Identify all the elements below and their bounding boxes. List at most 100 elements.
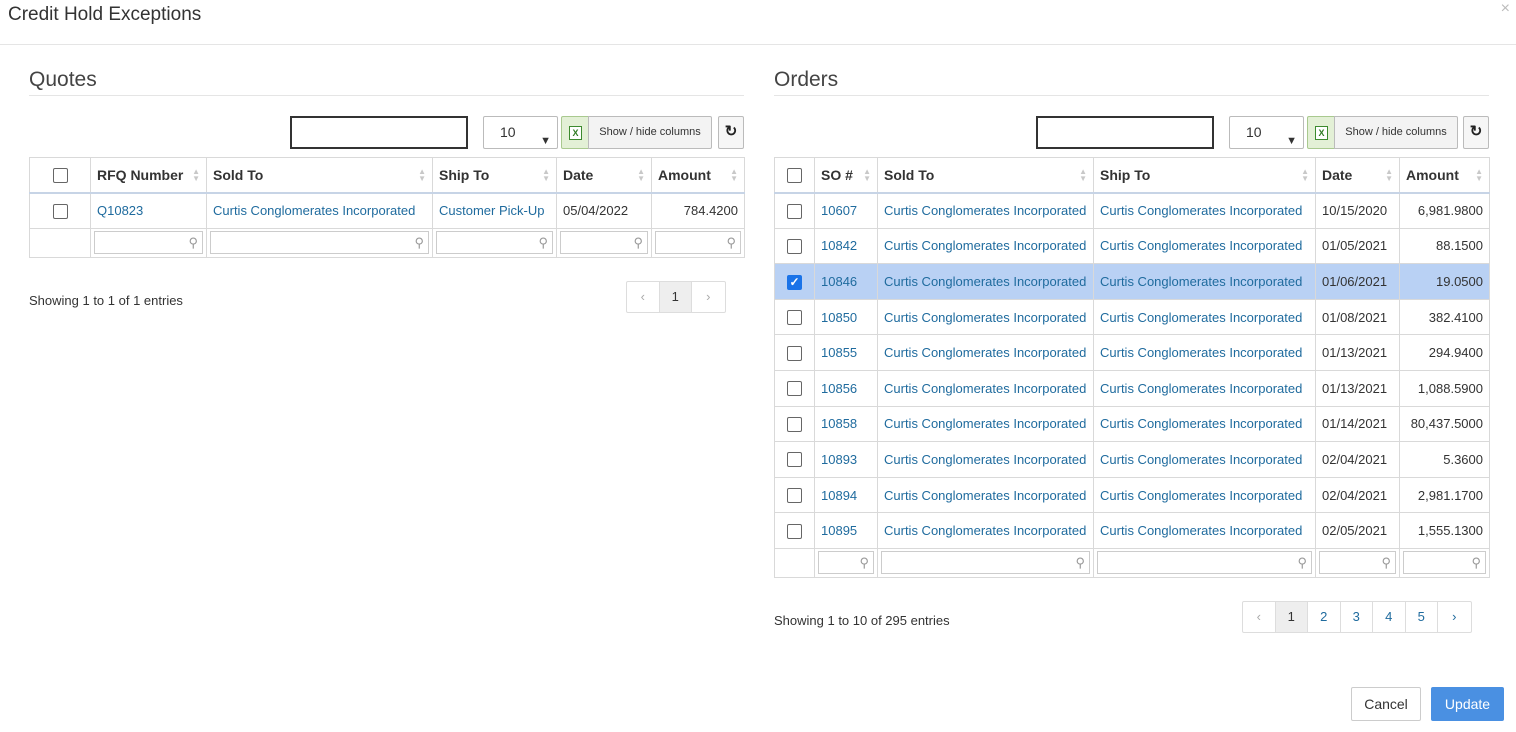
row-checkbox[interactable]	[29, 192, 91, 229]
row-ship-to-link[interactable]: Curtis Conglomerates Incorporated	[1093, 476, 1316, 514]
pagination-page-1[interactable]: 1	[659, 282, 692, 312]
close-icon[interactable]: ×	[1501, 0, 1510, 18]
table-row[interactable]: 10894 Curtis Conglomerates Incorporated Cu…	[774, 476, 1490, 514]
orders-search-input[interactable]	[1036, 116, 1214, 149]
pagination-page-5[interactable]: 5	[1406, 602, 1438, 632]
column-header-sold-to[interactable]: Sold To ▲ ▼	[206, 157, 433, 194]
row-sold-to-link[interactable]: Curtis Conglomerates Incorporated	[877, 227, 1094, 265]
row-ship-to-link[interactable]: Curtis Conglomerates Incorporated	[1093, 512, 1316, 549]
orders-refresh-icon[interactable]: ↻	[1463, 116, 1489, 149]
pagination-page-2[interactable]: 2	[1308, 602, 1341, 632]
column-header-date[interactable]: Date ▲ ▼	[1315, 157, 1400, 194]
row-ship-to-link[interactable]: Curtis Conglomerates Incorporated	[1093, 441, 1316, 478]
table-row[interactable]: ✓ 10846 Curtis Conglomerates Incorporated C…	[774, 263, 1490, 300]
row-sold-to-link[interactable]: Curtis Conglomerates Incorporated	[877, 405, 1094, 443]
row-checkbox[interactable]	[774, 334, 815, 371]
column-filter-input[interactable]: ⚲	[1319, 551, 1396, 575]
table-row[interactable]: 10895 Curtis Conglomerates Incorporated Cu…	[774, 512, 1490, 549]
table-row[interactable]: 10856 Curtis Conglomerates Incorporated Cu…	[774, 369, 1490, 407]
row-id-link[interactable]: 10856	[814, 369, 878, 407]
column-header-so-number[interactable]: SO # ▲ ▼	[814, 157, 878, 194]
row-sold-to-link[interactable]: Curtis Conglomerates Incorporated	[877, 298, 1094, 336]
pagination-next-button[interactable]: ›	[1438, 602, 1471, 632]
column-filter-input[interactable]: ⚲	[881, 551, 1090, 575]
row-id-link[interactable]: 10855	[814, 334, 878, 371]
pagination-page-1[interactable]: 1	[1275, 602, 1308, 632]
row-id-link[interactable]: Q10823	[90, 192, 207, 229]
column-header-rfq-number[interactable]: RFQ Number ▲ ▼	[90, 157, 207, 194]
row-checkbox[interactable]	[774, 227, 815, 265]
row-ship-to-link[interactable]: Curtis Conglomerates Incorporated	[1093, 298, 1316, 336]
row-ship-to-link[interactable]: Customer Pick-Up	[432, 192, 557, 229]
row-checkbox[interactable]	[774, 512, 815, 549]
row-ship-to-link[interactable]: Curtis Conglomerates Incorporated	[1093, 405, 1316, 443]
pagination-next-button[interactable]: ›	[692, 282, 725, 312]
quotes-excel-export-button[interactable]: X	[561, 116, 589, 149]
column-filter-input[interactable]: ⚲	[436, 231, 553, 255]
orders-page-length-select[interactable]: 10 ▼	[1229, 116, 1304, 149]
column-header-date[interactable]: Date ▲ ▼	[556, 157, 652, 194]
row-id-link[interactable]: 10607	[814, 192, 878, 229]
row-checkbox[interactable]	[774, 405, 815, 443]
row-ship-to-link[interactable]: Curtis Conglomerates Incorporated	[1093, 369, 1316, 407]
column-filter-input[interactable]: ⚲	[1403, 551, 1486, 575]
row-checkbox[interactable]	[774, 441, 815, 478]
quotes-page-length-select[interactable]: 10 ▼	[483, 116, 558, 149]
cancel-button[interactable]: Cancel	[1351, 687, 1421, 721]
update-button[interactable]: Update	[1431, 687, 1504, 721]
row-ship-to-link[interactable]: Curtis Conglomerates Incorporated	[1093, 263, 1316, 300]
row-checkbox[interactable]	[774, 476, 815, 514]
column-filter-input[interactable]: ⚲	[210, 231, 429, 255]
column-filter-input[interactable]: ⚲	[560, 231, 648, 255]
column-filter-input[interactable]: ⚲	[818, 551, 874, 575]
column-filter-input[interactable]: ⚲	[94, 231, 203, 255]
column-header-amount[interactable]: Amount ▲ ▼	[1399, 157, 1490, 194]
row-ship-to-link[interactable]: Curtis Conglomerates Incorporated	[1093, 334, 1316, 371]
table-row[interactable]: 10855 Curtis Conglomerates Incorporated Cu…	[774, 334, 1490, 371]
orders-select-all-checkbox[interactable]	[774, 157, 815, 194]
column-header-amount[interactable]: Amount ▲ ▼	[651, 157, 745, 194]
row-id-link[interactable]: 10894	[814, 476, 878, 514]
row-checkbox[interactable]	[774, 192, 815, 229]
table-row[interactable]: 10607 Curtis Conglomerates Incorporated Cu…	[774, 192, 1490, 229]
column-filter-input[interactable]: ⚲	[1097, 551, 1312, 575]
orders-excel-export-button[interactable]: X	[1307, 116, 1335, 149]
quotes-search-input[interactable]	[290, 116, 468, 149]
row-id-link[interactable]: 10850	[814, 298, 878, 336]
quotes-show-hide-columns-button[interactable]: Show / hide columns	[588, 116, 712, 149]
column-header-sold-to[interactable]: Sold To ▲ ▼	[877, 157, 1094, 194]
row-sold-to-link[interactable]: Curtis Conglomerates Incorporated	[877, 512, 1094, 549]
row-id-link[interactable]: 10895	[814, 512, 878, 549]
row-id-link[interactable]: 10846	[814, 263, 878, 300]
row-sold-to-link[interactable]: Curtis Conglomerates Incorporated	[877, 263, 1094, 300]
row-sold-to-link[interactable]: Curtis Conglomerates Incorporated	[877, 334, 1094, 371]
pagination-prev-button[interactable]: ‹	[627, 282, 660, 312]
orders-show-hide-columns-button[interactable]: Show / hide columns	[1334, 116, 1458, 149]
row-id-link[interactable]: 10842	[814, 227, 878, 265]
pagination-page-3[interactable]: 3	[1341, 602, 1373, 632]
row-checkbox[interactable]: ✓	[774, 263, 815, 300]
row-sold-to-link[interactable]: Curtis Conglomerates Incorporated	[877, 476, 1094, 514]
row-ship-to-link[interactable]: Curtis Conglomerates Incorporated	[1093, 227, 1316, 265]
pagination-page-4[interactable]: 4	[1373, 602, 1406, 632]
column-filter-input[interactable]: ⚲	[655, 231, 741, 255]
pagination-prev-button[interactable]: ‹	[1243, 602, 1276, 632]
row-sold-to-link[interactable]: Curtis Conglomerates Incorporated	[877, 192, 1094, 229]
column-header-ship-to[interactable]: Ship To ▲ ▼	[1093, 157, 1316, 194]
quotes-refresh-icon[interactable]: ↻	[718, 116, 744, 149]
row-checkbox[interactable]	[774, 298, 815, 336]
row-id-link[interactable]: 10893	[814, 441, 878, 478]
quotes-select-all-checkbox[interactable]	[29, 157, 91, 194]
row-sold-to-link[interactable]: Curtis Conglomerates Incorporated	[877, 441, 1094, 478]
row-ship-to-link[interactable]: Curtis Conglomerates Incorporated	[1093, 192, 1316, 229]
row-sold-to-link[interactable]: Curtis Conglomerates Incorporated	[877, 369, 1094, 407]
table-row[interactable]: 10858 Curtis Conglomerates Incorporated Cu…	[774, 405, 1490, 443]
table-row[interactable]: 10850 Curtis Conglomerates Incorporated Cu…	[774, 298, 1490, 336]
column-header-ship-to[interactable]: Ship To ▲ ▼	[432, 157, 557, 194]
row-id-link[interactable]: 10858	[814, 405, 878, 443]
row-checkbox[interactable]	[774, 369, 815, 407]
table-row[interactable]: 10893 Curtis Conglomerates Incorporated Cu…	[774, 441, 1490, 478]
table-row[interactable]: Q10823 Curtis Conglomerates Incorporated C…	[29, 192, 745, 229]
row-sold-to-link[interactable]: Curtis Conglomerates Incorporated	[206, 192, 433, 229]
table-row[interactable]: 10842 Curtis Conglomerates Incorporated Cu…	[774, 227, 1490, 265]
